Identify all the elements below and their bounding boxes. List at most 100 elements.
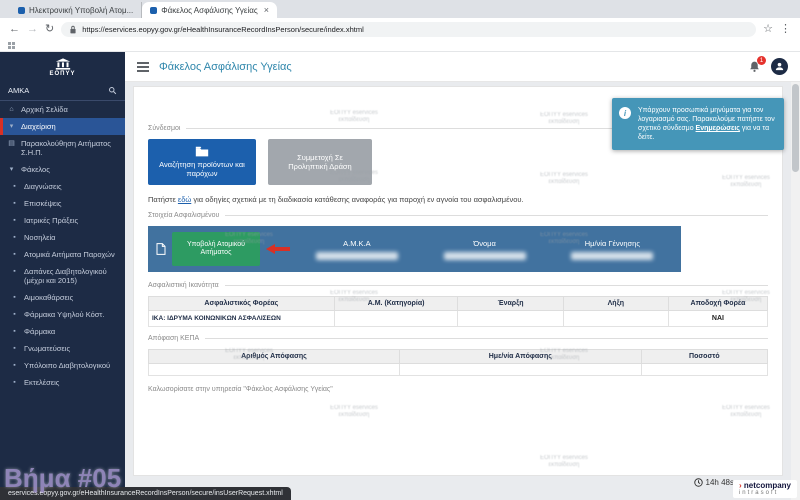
sidebar-item-home[interactable]: ⌂ Αρχική Σελίδα — [0, 101, 125, 118]
insurance-capacity-table: Ασφαλιστικός Φορέας Α.Μ. (Κατηγορία) Ένα… — [148, 296, 768, 327]
sidebar-item-medical-acts[interactable]: ▪ Ιατρικές Πράξεις — [0, 212, 125, 229]
capacity-section-divider: Ασφαλιστική Ικανότητα — [148, 282, 768, 289]
browser-tab-1[interactable]: Ηλεκτρονική Υποβολή Ατομ... — [10, 2, 142, 18]
sidebar-item-hemodialysis[interactable]: ▪ Αιμοκαθάρσεις — [0, 289, 125, 306]
insured-section-divider: Στοιχεία Ασφαλισμένου — [148, 212, 768, 219]
welcome-text: Καλωσορίσατε στην υπηρεσία "Φάκελος Ασφά… — [148, 386, 768, 393]
sidebar-item-diabetes-balance[interactable]: ▪ Υπόλοιπο Διαβητολογικού — [0, 357, 125, 374]
field-label: Α.Μ.Κ.Α — [343, 239, 371, 248]
name-field: Όνομα — [424, 239, 546, 260]
watermark-stamp: ΕΟΠΥΥ eservices εκπαίδευση — [330, 170, 378, 184]
bookmarks-bar — [0, 40, 800, 52]
sidebar-item-label: Φάκελος — [21, 165, 50, 174]
browser-tab-2-active[interactable]: Φάκελος Ασφάλισης Υγείας × — [142, 2, 277, 18]
watermark-stamp: ΕΟΠΥΥ eservices εκπαίδευση — [330, 290, 378, 304]
document-icon: ▪ — [10, 361, 19, 370]
brand-chevron-icon: › — [739, 481, 742, 490]
start-date-cell — [458, 311, 563, 327]
browser-menu-icon[interactable]: ⋮ — [780, 24, 791, 35]
user-avatar[interactable] — [771, 58, 788, 75]
column-header: Ασφαλιστικός Φορέας — [149, 297, 335, 311]
sidebar-item-folder[interactable]: ▾ Φάκελος — [0, 161, 125, 178]
redacted-amka-value — [316, 252, 398, 260]
close-tab-icon[interactable]: × — [262, 5, 269, 15]
sidebar-item-executions[interactable]: ▪ Εκτελέσεις — [0, 374, 125, 391]
sidebar-item-label: Νοσηλεία — [24, 233, 55, 242]
scrollbar-thumb[interactable] — [792, 84, 799, 172]
apps-grid-icon[interactable] — [8, 42, 15, 49]
registry-number-cell — [334, 311, 458, 327]
hamburger-menu-icon[interactable] — [137, 62, 149, 72]
bookmark-star-icon[interactable]: ☆ — [763, 24, 773, 35]
sidebar-item-label: Αρχική Σελίδα — [21, 105, 68, 114]
search-products-button[interactable]: Αναζήτηση προϊόντων και παρόχων — [148, 139, 256, 185]
app-header: Φάκελος Ασφάλισης Υγείας 1 — [125, 52, 800, 82]
sidebar-item-request-tracking[interactable]: ▤ Παρακολούθηση Αιτήματος Σ.Η.Π. — [0, 135, 125, 161]
field-label: Ημ/νία Γέννησης — [585, 239, 640, 248]
browser-address-bar: ← → ↻ https://eservices.eopyy.gov.gr/eHe… — [0, 18, 800, 40]
sidebar-item-label: Διαγνώσεις — [24, 182, 62, 191]
amka-search-input[interactable] — [8, 86, 104, 95]
watermark-stamp: ΕΟΠΥΥ eservices εκπαίδευση — [330, 110, 378, 124]
updates-link[interactable]: Ενημερώσεις — [696, 125, 740, 132]
acceptance-cell: ΝΑΙ — [668, 311, 767, 327]
sidebar-item-label: Ιατρικές Πράξεις — [24, 216, 78, 225]
sidebar-item-management[interactable]: ▾ Διαχείριση — [0, 118, 125, 135]
section-label: Σύνδεσμοι — [148, 125, 180, 132]
sidebar-item-hospitalization[interactable]: ▪ Νοσηλεία — [0, 229, 125, 246]
amka-search-row — [0, 82, 125, 101]
watermark-stamp: ΕΟΠΥΥ eservices εκπαίδευση — [540, 172, 588, 186]
sidebar-item-label: Ατομικά Αιτήματα Παροχών — [24, 250, 115, 259]
vertical-scrollbar[interactable] — [791, 82, 800, 500]
sidebar-item-diabetes-expenses[interactable]: ▪ Δαπάνες Διαβητολογικού (μέχρι και 2015… — [0, 263, 125, 289]
redacted-birthdate-value — [571, 252, 653, 260]
messages-toast[interactable]: i Υπάρχουν προσωπικά μηνύματα για τον λο… — [612, 98, 784, 150]
sidebar-item-diagnoses[interactable]: ▪ Διαγνώσεις — [0, 178, 125, 195]
instructions-post: για οδηγίες σχετικά με τη διαδικασία κατ… — [191, 195, 523, 204]
clock-icon — [694, 478, 703, 487]
watermark-stamp: ΕΟΠΥΥ eservices εκπαίδευση — [722, 405, 770, 419]
sidebar-item-label: Φάρμακα — [24, 327, 55, 336]
back-icon[interactable]: ← — [9, 24, 20, 35]
watermark-stamp: ΕΟΠΥΥ eservices εκπαίδευση — [722, 290, 770, 304]
url-field[interactable]: https://eservices.eopyy.gov.gr/eHealthIn… — [61, 22, 756, 37]
document-icon: ▪ — [10, 216, 19, 225]
sidebar-item-label: Αιμοκαθάρσεις — [24, 293, 73, 302]
sidebar-item-high-cost-drugs[interactable]: ▪ Φάρμακα Υψηλού Κόστ. — [0, 306, 125, 323]
sidebar-item-individual-requests[interactable]: ▪ Ατομικά Αιτήματα Παροχών — [0, 246, 125, 263]
document-icon: ▪ — [10, 267, 19, 276]
sidebar-item-label: Διαχείριση — [21, 122, 56, 131]
table-header-row: Ασφαλιστικός Φορέας Α.Μ. (Κατηγορία) Ένα… — [149, 297, 768, 311]
timer-value: 14h 48s — [706, 478, 734, 487]
section-label: Στοιχεία Ασφαλισμένου — [148, 212, 219, 219]
notifications-button[interactable]: 1 — [748, 60, 761, 73]
kepa-section-divider: Απόφαση ΚΕΠΑ — [148, 335, 768, 342]
document-icon: ▪ — [10, 233, 19, 242]
lock-icon — [69, 25, 77, 34]
instructions-pre: Πατήστε — [148, 195, 178, 204]
tab-title: Ηλεκτρονική Υποβολή Ατομ... — [29, 6, 133, 15]
redacted-name-value — [444, 252, 526, 260]
document-icon: ▪ — [10, 199, 19, 208]
field-label: Όνομα — [473, 239, 495, 248]
search-icon[interactable] — [108, 86, 117, 95]
forward-icon[interactable]: → — [27, 24, 38, 35]
eopyy-logo[interactable]: ΕΟΠΥΥ — [0, 52, 125, 82]
sidebar-item-visits[interactable]: ▪ Επισκέψεις — [0, 195, 125, 212]
sidebar-item-certificates[interactable]: ▪ Γνωματεύσεις — [0, 340, 125, 357]
table-row[interactable]: ΙΚΑ: ΙΔΡΥΜΑ ΚΟΙΝΩΝΙΚΩΝ ΑΣΦΑΛΙΣΕΩΝ ΝΑΙ — [149, 311, 768, 327]
document-icon: ▪ — [10, 182, 19, 191]
vendor-logo: › netcompany intrasoft — [733, 480, 797, 498]
watermark-stamp: ΕΟΠΥΥ eservices εκπαίδευση — [225, 348, 273, 362]
pill-icon: ▪ — [10, 310, 19, 319]
here-link[interactable]: εδώ — [178, 195, 191, 204]
sidebar-item-drugs[interactable]: ▪ Φάρμακα — [0, 323, 125, 340]
document-icon — [156, 243, 166, 255]
reload-icon[interactable]: ↻ — [45, 24, 54, 35]
end-date-cell — [563, 311, 668, 327]
brand-name: netcompany — [744, 481, 791, 490]
column-header: Έναρξη — [458, 297, 563, 311]
section-label: Απόφαση ΚΕΠΑ — [148, 335, 199, 342]
sidebar: ⌂ Αρχική Σελίδα ▾ Διαχείριση ▤ Παρακολού… — [0, 82, 125, 500]
person-icon — [774, 61, 785, 72]
